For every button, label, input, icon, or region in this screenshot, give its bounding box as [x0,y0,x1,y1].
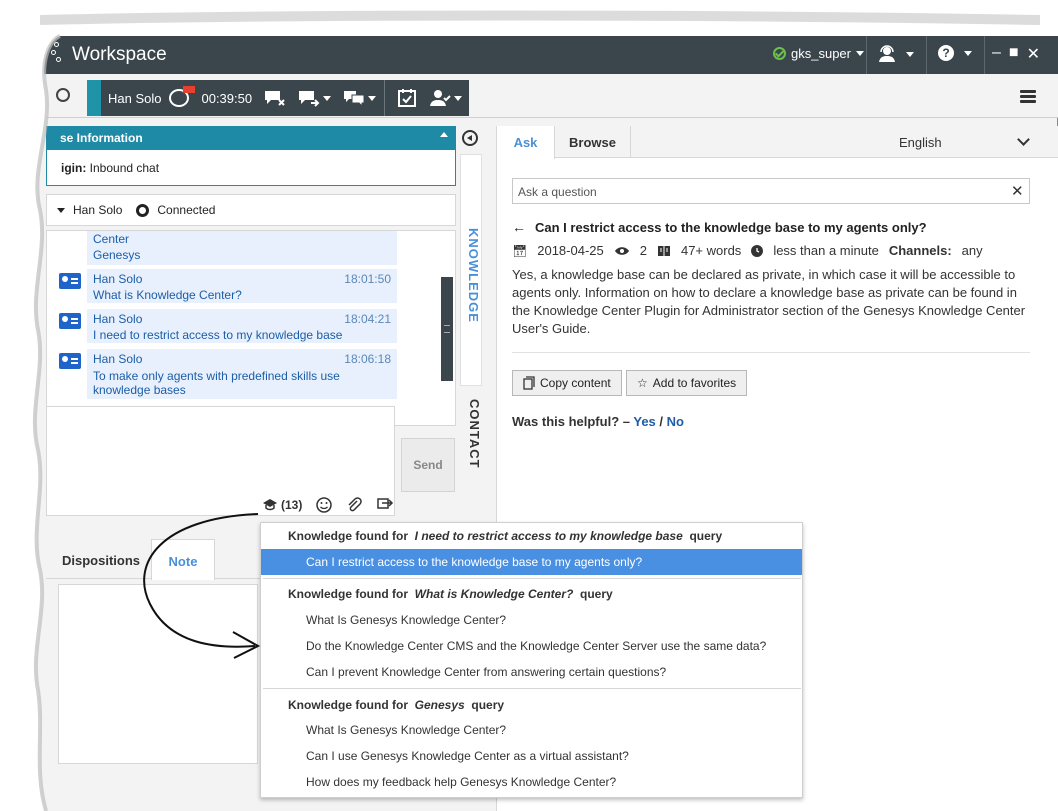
screenshot-frame: Workspace gks_super ? – ■ ✕ Han Solo 00:… [0,0,1058,811]
workspace-window: Workspace gks_super ? – ■ ✕ Han Solo 00:… [0,34,1058,811]
annotation-arrow [143,513,261,659]
